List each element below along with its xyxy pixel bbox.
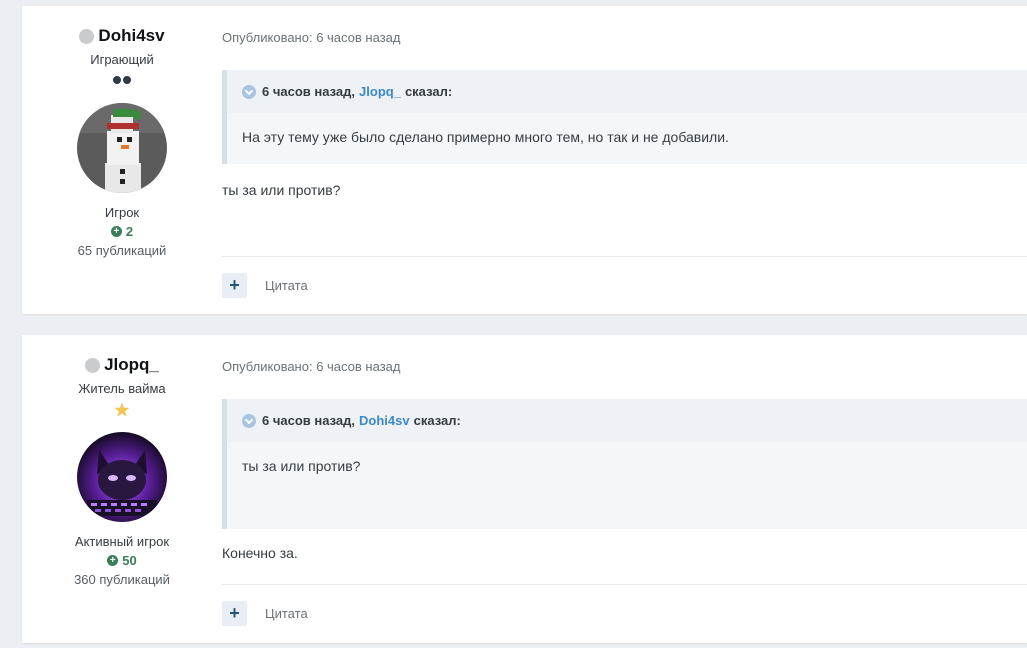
author-group: Игрок xyxy=(104,205,140,220)
rank-pip-icon xyxy=(123,76,131,84)
divider xyxy=(222,256,1027,257)
post-actions: + Цитата xyxy=(222,273,308,298)
reputation-badge: + 2 xyxy=(22,224,222,239)
avatar[interactable] xyxy=(77,432,167,522)
quote-header: 6 часов назад, Jlopq_ сказал: xyxy=(227,70,1027,113)
rank-star-row: ★ xyxy=(22,400,222,420)
multiquote-plus-button[interactable]: + xyxy=(222,601,247,626)
cat-avatar-icon xyxy=(77,432,167,522)
quote-toggle-icon[interactable] xyxy=(242,84,256,99)
avatar[interactable] xyxy=(77,103,167,193)
quote-user-link[interactable]: Jlopq_ xyxy=(359,84,401,99)
post-count: 65 публикаций xyxy=(77,243,167,258)
author-title: Играющий xyxy=(90,52,154,67)
post-text: ты за или против? xyxy=(222,182,341,198)
quote-text: На эту тему уже было сделано примерно мн… xyxy=(242,129,729,145)
quote-block: 6 часов назад, Jlopq_ сказал: На эту тем… xyxy=(222,70,1027,164)
quote-text: ты за или против? xyxy=(242,458,361,474)
post-body: Опубликовано: 6 часов назад 6 часов наза… xyxy=(222,335,1027,643)
reputation-value: 50 xyxy=(122,553,137,568)
snowman-avatar-icon xyxy=(77,103,167,193)
plus-circle-icon: + xyxy=(110,226,122,237)
quote-user-link[interactable]: Dohi4sv xyxy=(359,413,410,428)
star-icon: ★ xyxy=(113,400,131,420)
rank-pips-icon xyxy=(22,73,222,87)
post-text: Конечно за. xyxy=(222,545,298,561)
author-panel: Dohi4sv Играющий Игрок + 2 65 публикаций xyxy=(22,6,222,258)
divider xyxy=(222,584,1027,585)
quote-time: 6 часов назад, xyxy=(262,84,356,99)
rank-pip-icon xyxy=(113,76,121,84)
post-date[interactable]: Опубликовано: 6 часов назад xyxy=(222,359,400,374)
author-group: Активный игрок xyxy=(74,534,170,549)
quote-block: 6 часов назад, Dohi4sv сказал: ты за или… xyxy=(222,399,1027,529)
multiquote-plus-button[interactable]: + xyxy=(222,273,247,298)
post-count: 360 публикаций xyxy=(74,572,170,587)
post: Dohi4sv Играющий Игрок + 2 65 публикаций… xyxy=(22,6,1027,314)
reputation-badge: + 50 xyxy=(22,553,222,568)
quote-said: сказал: xyxy=(413,413,461,428)
offline-status-icon xyxy=(85,357,101,373)
post-date[interactable]: Опубликовано: 6 часов назад xyxy=(222,30,400,45)
quote-button[interactable]: Цитата xyxy=(265,606,308,621)
post: Jlopq_ Житель вайма ★ Активный игрок + 5… xyxy=(22,335,1027,643)
author-panel: Jlopq_ Житель вайма ★ Активный игрок + 5… xyxy=(22,335,222,587)
post-body: Опубликовано: 6 часов назад 6 часов наза… xyxy=(222,6,1027,314)
offline-status-icon xyxy=(79,28,95,44)
quote-header: 6 часов назад, Dohi4sv сказал: xyxy=(227,399,1027,442)
author-name-row: Jlopq_ xyxy=(22,355,222,375)
quote-time: 6 часов назад, xyxy=(262,413,356,428)
author-title: Житель вайма xyxy=(78,381,166,396)
post-actions: + Цитата xyxy=(222,601,308,626)
quote-said: сказал: xyxy=(404,84,453,99)
reputation-value: 2 xyxy=(125,224,134,239)
plus-circle-icon: + xyxy=(107,555,119,566)
author-name-link[interactable]: Dohi4sv xyxy=(98,26,164,46)
author-name-row: Dohi4sv xyxy=(22,26,222,46)
author-name-link[interactable]: Jlopq_ xyxy=(104,355,159,375)
quote-button[interactable]: Цитата xyxy=(265,278,308,293)
quote-toggle-icon[interactable] xyxy=(242,413,256,428)
